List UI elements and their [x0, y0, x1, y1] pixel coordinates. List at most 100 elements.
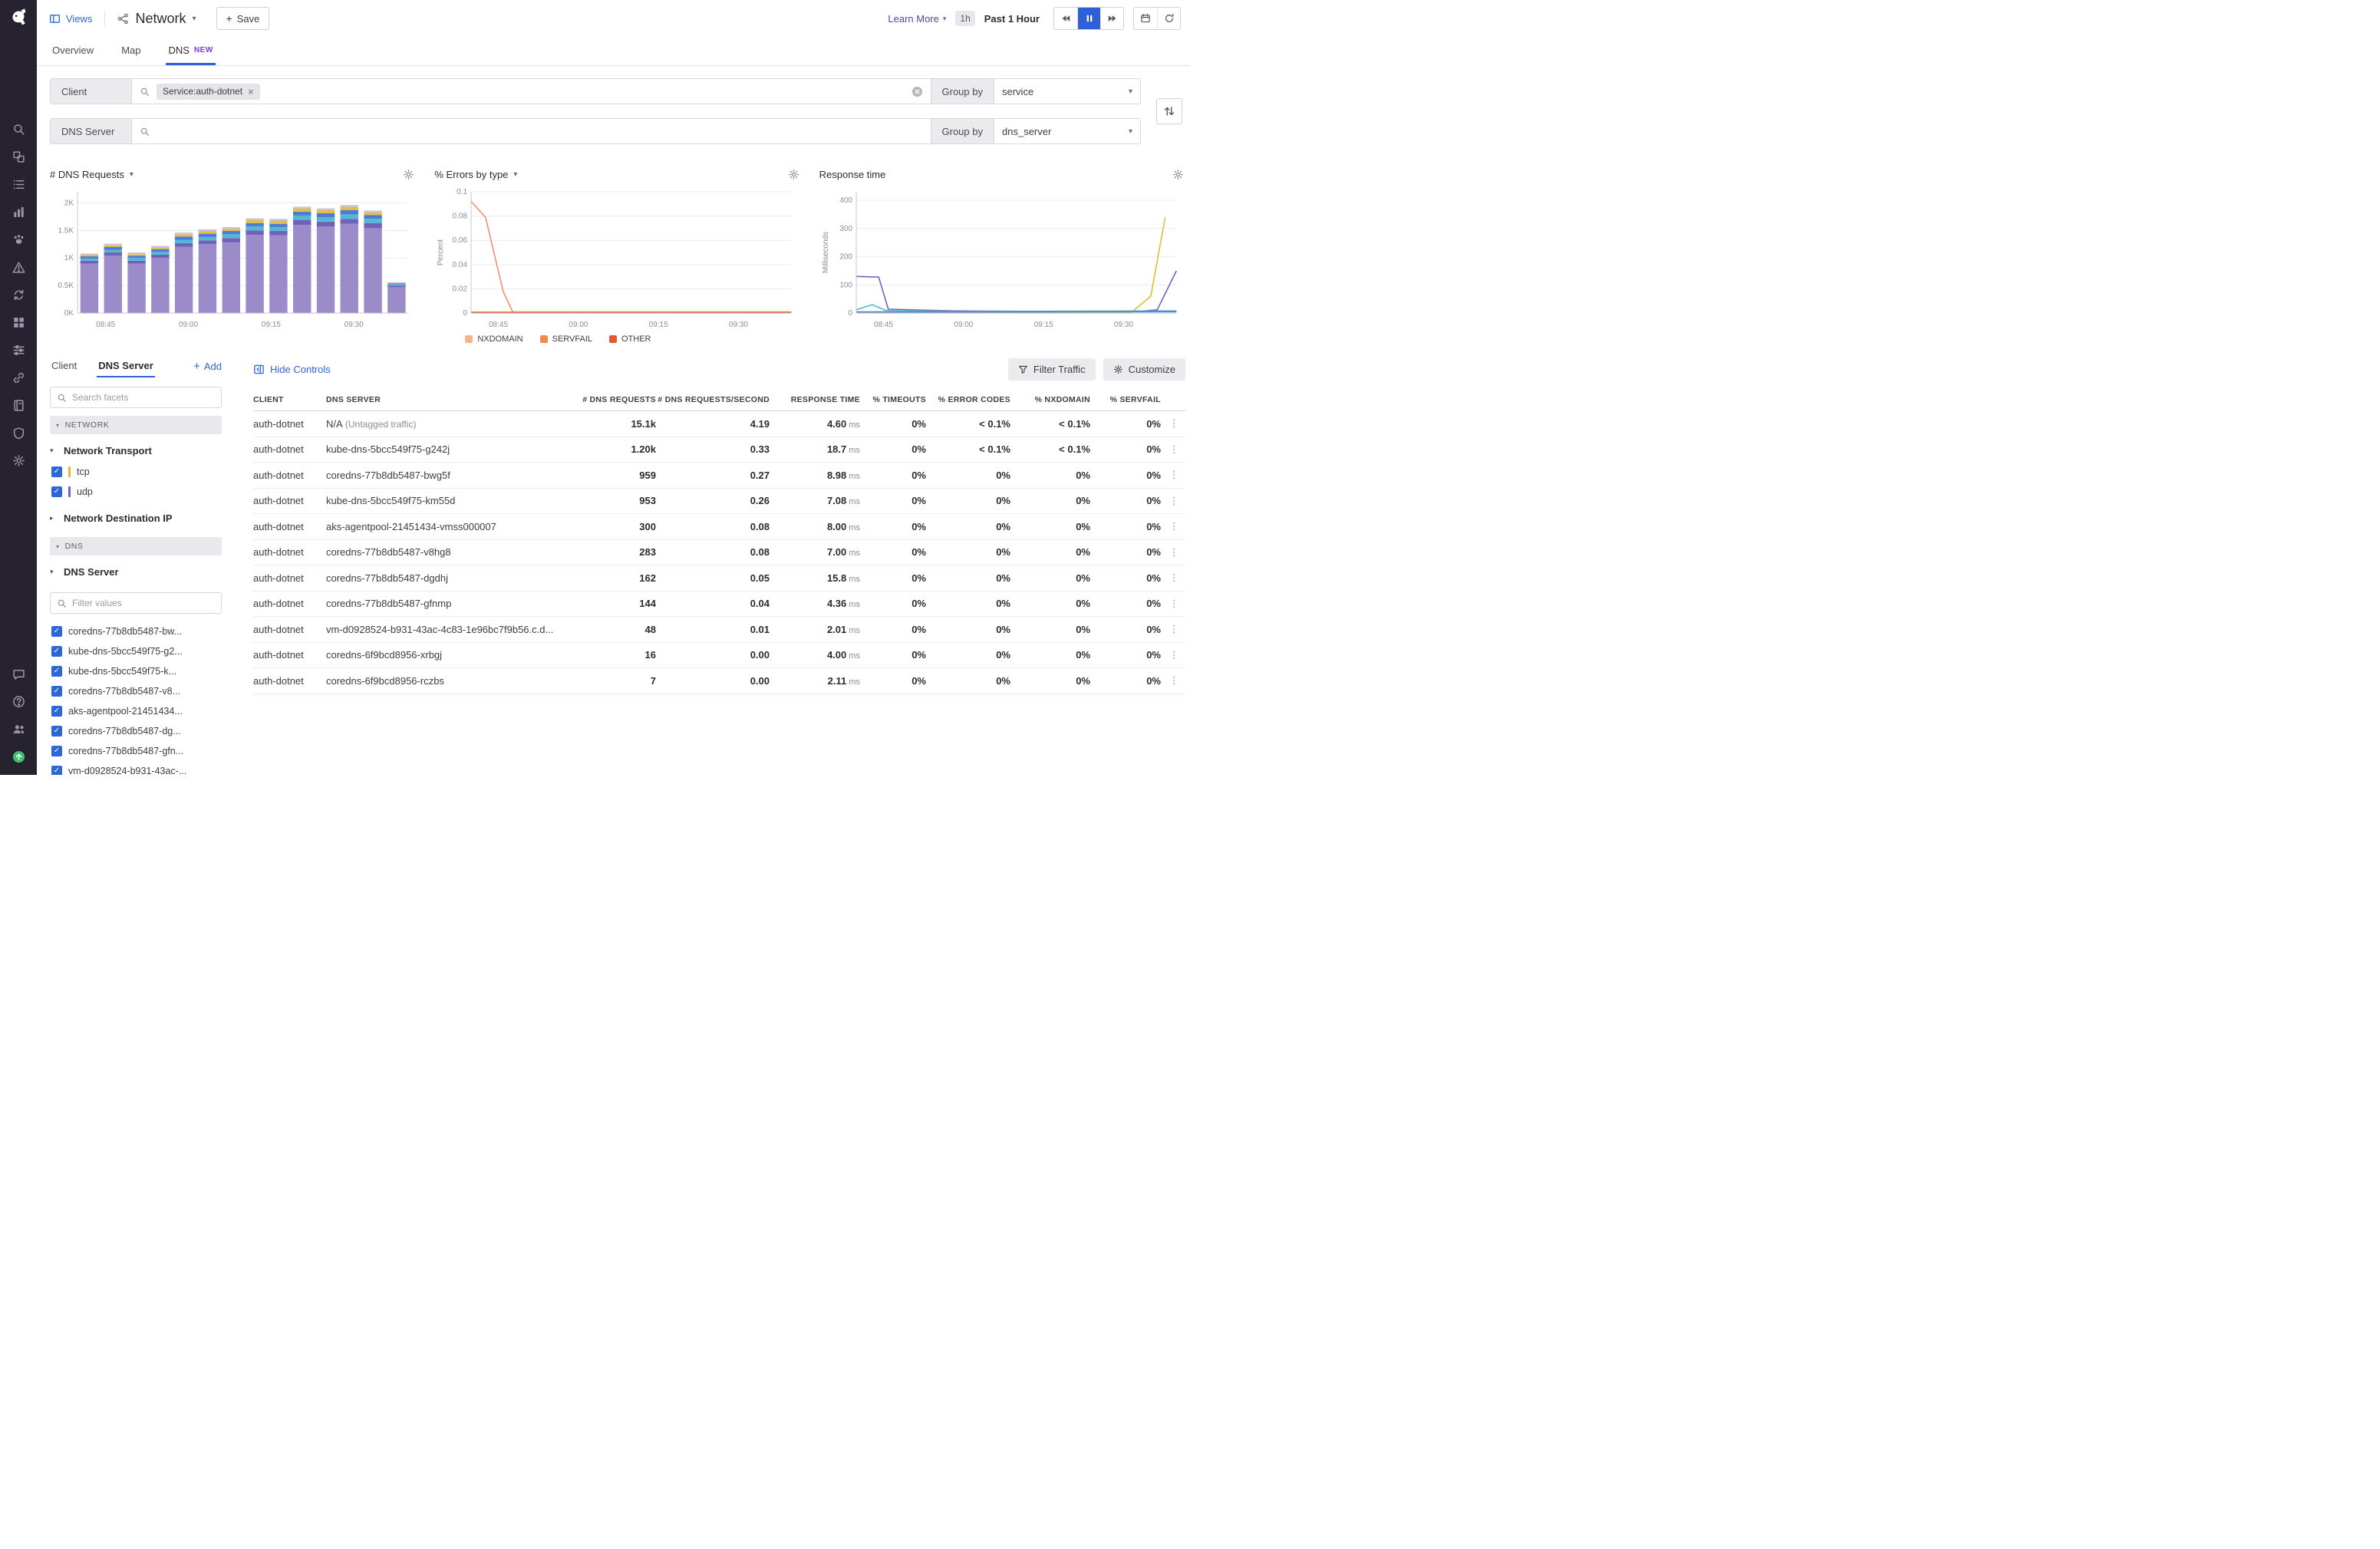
- column-header--dns-requests-second[interactable]: # DNS REQUESTS/SECOND: [658, 395, 771, 404]
- client-search-input[interactable]: Service:auth-dotnet ×: [131, 78, 931, 104]
- customize-button[interactable]: Customize: [1103, 358, 1185, 381]
- column-header--timeouts[interactable]: % TIMEOUTS: [862, 395, 928, 404]
- table-row[interactable]: auth-dotnetcoredns-6f9bcd8956-xrbgj160.0…: [253, 643, 1185, 669]
- table-row[interactable]: auth-dotnetcoredns-77b8db5487-bwg5f9590.…: [253, 463, 1185, 489]
- facet-item[interactable]: ✓coredns-77b8db5487-dg...: [50, 721, 222, 741]
- row-menu-icon[interactable]: [1162, 598, 1185, 609]
- facet-group-dns-server[interactable]: ▾DNS Server: [50, 560, 222, 583]
- column-header--error-codes[interactable]: % ERROR CODES: [928, 395, 1012, 404]
- client-group-by-select[interactable]: service▾: [994, 78, 1141, 104]
- views-button[interactable]: Views: [49, 13, 92, 25]
- time-range-label[interactable]: Past 1 Hour: [984, 13, 1040, 25]
- checkbox[interactable]: ✓: [51, 646, 62, 657]
- row-menu-icon[interactable]: [1162, 444, 1185, 455]
- datadog-logo[interactable]: [0, 0, 37, 37]
- security-icon[interactable]: [0, 419, 37, 447]
- users-icon[interactable]: [0, 715, 37, 743]
- column-header-dns-server[interactable]: DNS SERVER: [326, 395, 572, 404]
- table-row[interactable]: auth-dotnetcoredns-6f9bcd8956-rczbs70.00…: [253, 668, 1185, 694]
- dns-requests-metric-dropdown[interactable]: # DNS Requests▾: [50, 169, 134, 180]
- add-facet-button[interactable]: + Add: [193, 360, 222, 373]
- upgrade-icon[interactable]: [0, 743, 37, 770]
- column-header-client[interactable]: CLIENT: [253, 395, 326, 404]
- facet-section-network[interactable]: ▾NETWORK: [50, 416, 222, 434]
- page-title-dropdown[interactable]: Network ▾: [117, 11, 196, 27]
- infrastructure-icon[interactable]: [0, 308, 37, 336]
- checkbox[interactable]: ✓: [51, 466, 62, 477]
- facet-group-network-destination-ip[interactable]: ▸Network Destination IP: [50, 506, 222, 529]
- checkbox[interactable]: ✓: [51, 746, 62, 756]
- checkbox[interactable]: ✓: [51, 706, 62, 717]
- clear-input-icon[interactable]: [911, 86, 923, 97]
- save-button[interactable]: + Save: [216, 7, 270, 30]
- refresh-button[interactable]: [1157, 8, 1180, 29]
- facet-item[interactable]: ✓kube-dns-5bcc549f75-k...: [50, 661, 222, 681]
- facet-item[interactable]: ✓vm-d0928524-b931-43ac-...: [50, 761, 222, 775]
- facet-item[interactable]: ✓aks-agentpool-21451434...: [50, 701, 222, 721]
- notebooks-icon[interactable]: [0, 391, 37, 419]
- checkbox[interactable]: ✓: [51, 766, 62, 775]
- errors-metric-dropdown[interactable]: % Errors by type▾: [434, 169, 517, 180]
- facet-tab-dns-server[interactable]: DNS Server: [97, 355, 155, 377]
- rewind-button[interactable]: [1054, 8, 1077, 29]
- swap-group-by-button[interactable]: [1156, 98, 1182, 124]
- host-map-icon[interactable]: [0, 143, 37, 170]
- checkbox[interactable]: ✓: [51, 486, 62, 497]
- checkbox[interactable]: ✓: [51, 726, 62, 737]
- row-menu-icon[interactable]: [1162, 470, 1185, 480]
- facet-tab-client[interactable]: Client: [50, 355, 78, 377]
- column-header-response-time[interactable]: RESPONSE TIME: [771, 395, 862, 404]
- search-facets-input[interactable]: [72, 392, 215, 403]
- time-range-badge[interactable]: 1h: [955, 11, 974, 26]
- filter-traffic-button[interactable]: Filter Traffic: [1008, 358, 1096, 381]
- column-header--nxdomain[interactable]: % NXDOMAIN: [1012, 395, 1092, 404]
- monitors-icon[interactable]: [0, 253, 37, 281]
- row-menu-icon[interactable]: [1162, 650, 1185, 661]
- chart-settings-button[interactable]: [788, 169, 799, 180]
- dns-server-search-input[interactable]: [131, 118, 931, 144]
- facet-filter-input[interactable]: [72, 598, 215, 608]
- facet-item[interactable]: ✓udp: [50, 482, 222, 502]
- processes-icon[interactable]: [0, 336, 37, 364]
- legend-item[interactable]: NXDOMAIN: [465, 335, 522, 344]
- column-header--dns-requests[interactable]: # DNS REQUESTS: [572, 395, 658, 404]
- watchdog-icon[interactable]: [0, 226, 37, 253]
- table-row[interactable]: auth-dotnetkube-dns-5bcc549f75-g242j1.20…: [253, 437, 1185, 463]
- row-menu-icon[interactable]: [1162, 418, 1185, 429]
- legend-item[interactable]: OTHER: [609, 335, 651, 344]
- legend-item[interactable]: SERVFAIL: [540, 335, 592, 344]
- checkbox[interactable]: ✓: [51, 626, 62, 637]
- table-row[interactable]: auth-dotnetvm-d0928524-b931-43ac-4c83-1e…: [253, 617, 1185, 643]
- table-row[interactable]: auth-dotnetaks-agentpool-21451434-vmss00…: [253, 514, 1185, 540]
- pause-button[interactable]: [1077, 8, 1100, 29]
- table-row[interactable]: auth-dotnetN/A (Untagged traffic)15.1k4.…: [253, 411, 1185, 437]
- facet-item[interactable]: ✓kube-dns-5bcc549f75-g2...: [50, 641, 222, 661]
- table-row[interactable]: auth-dotnetcoredns-77b8db5487-gfnmp1440.…: [253, 592, 1185, 618]
- column-header--servfail[interactable]: % SERVFAIL: [1092, 395, 1162, 404]
- apm-icon[interactable]: [0, 364, 37, 391]
- facet-item[interactable]: ✓tcp: [50, 462, 222, 482]
- row-menu-icon[interactable]: [1162, 624, 1185, 634]
- row-menu-icon[interactable]: [1162, 521, 1185, 532]
- filter-tag[interactable]: Service:auth-dotnet ×: [157, 84, 260, 100]
- facet-group-network-transport[interactable]: ▾Network Transport: [50, 439, 222, 462]
- metrics-icon[interactable]: [0, 198, 37, 226]
- learn-more-link[interactable]: Learn More ▾: [888, 13, 946, 25]
- table-row[interactable]: auth-dotnetkube-dns-5bcc549f75-km55d9530…: [253, 489, 1185, 515]
- table-row[interactable]: auth-dotnetcoredns-77b8db5487-v8hg82830.…: [253, 540, 1185, 566]
- events-icon[interactable]: [0, 170, 37, 198]
- tab-overview[interactable]: Overview: [50, 37, 96, 65]
- hide-controls-link[interactable]: Hide Controls: [253, 364, 331, 375]
- chat-icon[interactable]: [0, 660, 37, 687]
- facet-item[interactable]: ✓coredns-77b8db5487-v8...: [50, 681, 222, 701]
- dns-server-group-by-select[interactable]: dns_server▾: [994, 118, 1141, 144]
- table-row[interactable]: auth-dotnetcoredns-77b8db5487-dgdhj1620.…: [253, 565, 1185, 592]
- chart-settings-button[interactable]: [403, 169, 414, 180]
- checkbox[interactable]: ✓: [51, 686, 62, 697]
- search-icon[interactable]: [0, 115, 37, 143]
- facet-item[interactable]: ✓coredns-77b8db5487-bw...: [50, 621, 222, 641]
- row-menu-icon[interactable]: [1162, 572, 1185, 583]
- tab-dns[interactable]: DNS NEW: [166, 37, 215, 65]
- fast-forward-button[interactable]: [1100, 8, 1123, 29]
- remove-tag-icon[interactable]: ×: [248, 86, 254, 97]
